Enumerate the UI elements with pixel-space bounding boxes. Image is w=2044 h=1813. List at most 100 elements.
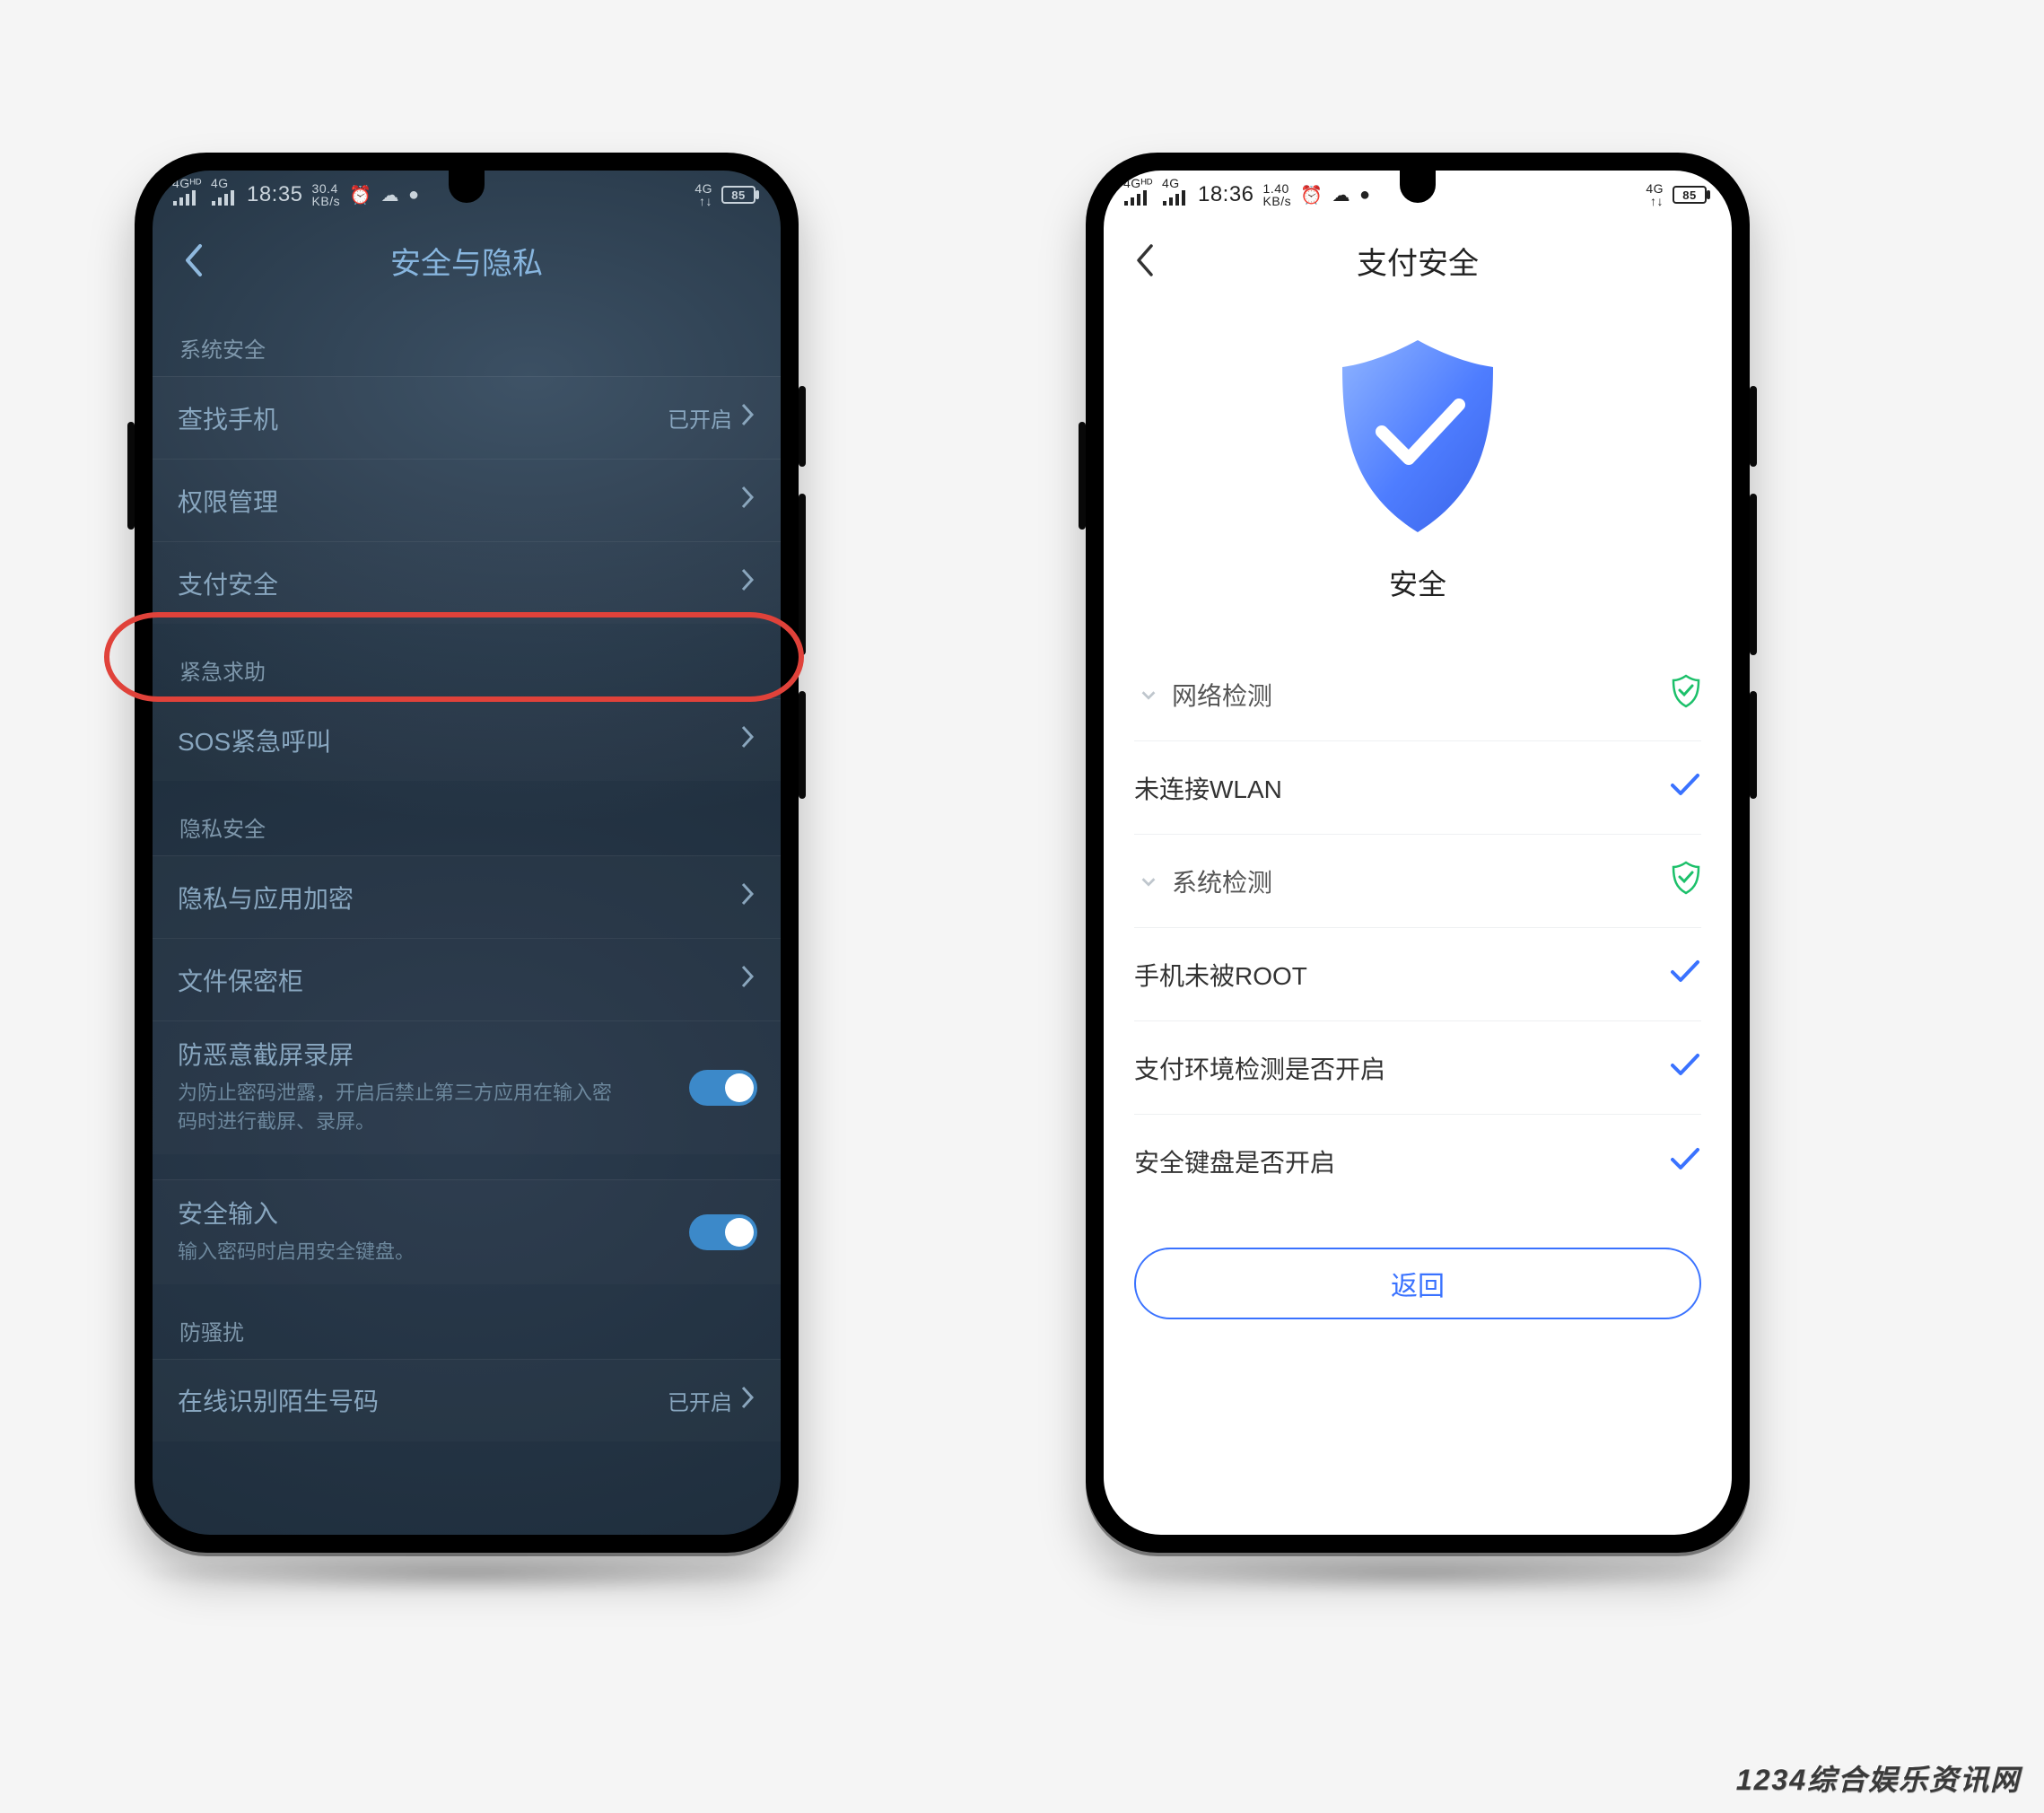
battery-icon: 85 xyxy=(721,186,756,204)
row-label: 隐私与应用加密 xyxy=(178,880,354,915)
row-label: SOS紧急呼叫 xyxy=(178,723,331,758)
notification-dot-icon: ● xyxy=(1359,185,1371,206)
row-label: 网络检测 xyxy=(1172,677,1272,713)
row-label: 手机未被ROOT xyxy=(1134,957,1307,993)
hw-button-vol xyxy=(1750,494,1757,655)
signal-icon xyxy=(1162,189,1189,213)
status-net1: 4Gᴴᴰ xyxy=(1123,177,1153,189)
alarm-icon: ⏰ xyxy=(349,184,371,206)
section-spam: 防骚扰 xyxy=(153,1284,781,1359)
hw-button-power xyxy=(1750,386,1757,467)
row-spam-id[interactable]: 在线识别陌生号码 已开启 xyxy=(153,1359,781,1441)
row-root: 手机未被ROOT xyxy=(1134,928,1701,1021)
section-privacy: 隐私安全 xyxy=(153,781,781,855)
status-speed-unit: KB/s xyxy=(1263,195,1292,207)
alarm-icon: ⏰ xyxy=(1300,184,1323,206)
row-label: 未连接WLAN xyxy=(1134,770,1282,806)
status-speed: 30.4 xyxy=(312,182,338,195)
row-label: 支付环境检测是否开启 xyxy=(1134,1050,1385,1086)
row-value: 已开启 xyxy=(668,1385,739,1416)
status-time: 18:36 xyxy=(1198,182,1254,207)
hw-button-vol xyxy=(799,494,806,655)
chevron-right-icon xyxy=(739,485,756,516)
cloud-icon: ☁ xyxy=(381,184,400,206)
nav-bar: 支付安全 xyxy=(1104,219,1732,302)
page-title: 支付安全 xyxy=(1104,239,1732,283)
check-list: 网络检测 未连接WLAN 系统检测 xyxy=(1104,612,1732,1208)
cloud-icon: ☁ xyxy=(1332,184,1351,206)
row-label: 安全键盘是否开启 xyxy=(1134,1143,1335,1179)
status-speed: 1.40 xyxy=(1263,182,1289,195)
notification-dot-icon: ● xyxy=(408,185,420,206)
chevron-right-icon xyxy=(739,402,756,434)
row-label: 安全输入 xyxy=(178,1195,756,1231)
row-label: 在线识别陌生号码 xyxy=(178,1382,379,1418)
toggle-switch[interactable] xyxy=(689,1214,757,1250)
hw-button-extra xyxy=(1750,691,1757,799)
chevron-right-icon xyxy=(739,1385,756,1416)
nav-bar: 安全与隐私 xyxy=(153,219,781,302)
arrows-icon: ↑↓ xyxy=(1650,195,1664,207)
screen-left: 4Gᴴᴰ 4G 18:35 30.4 KB/s xyxy=(153,171,781,1535)
check-icon xyxy=(1669,1146,1701,1178)
row-label: 权限管理 xyxy=(178,483,278,519)
row-wlan: 未连接WLAN xyxy=(1134,741,1701,835)
back-button[interactable] xyxy=(1122,237,1168,284)
phone-left: 4Gᴴᴰ 4G 18:35 30.4 KB/s xyxy=(135,153,799,1553)
row-permissions[interactable]: 权限管理 xyxy=(153,459,781,541)
row-keyboard: 安全键盘是否开启 xyxy=(1134,1115,1701,1208)
row-sos[interactable]: SOS紧急呼叫 xyxy=(153,698,781,781)
chevron-right-icon xyxy=(739,881,756,913)
row-env: 支付环境检测是否开启 xyxy=(1134,1021,1701,1115)
row-privacy-encrypt[interactable]: 隐私与应用加密 xyxy=(153,855,781,938)
chevron-down-icon xyxy=(1134,867,1163,896)
row-label: 文件保密柜 xyxy=(178,962,303,998)
row-label: 系统检测 xyxy=(1172,863,1272,899)
status-right-net: 4G xyxy=(694,182,712,195)
check-icon xyxy=(1669,959,1701,990)
status-net1: 4Gᴴᴰ xyxy=(172,177,202,189)
return-label: 返回 xyxy=(1391,1264,1445,1303)
status-net2: 4G xyxy=(211,177,229,189)
status-right-net: 4G xyxy=(1646,182,1664,195)
row-secure-input[interactable]: 安全输入 输入密码时启用安全键盘。 xyxy=(153,1179,781,1284)
settings-list: 系统安全 查找手机 已开启 权限管理 支付安全 紧急求助 SOS紧急呼叫 xyxy=(153,302,781,1441)
page-title: 安全与隐私 xyxy=(153,239,781,283)
check-icon xyxy=(1669,1052,1701,1083)
hero-label: 安全 xyxy=(1389,562,1446,603)
chevron-right-icon xyxy=(739,724,756,756)
row-label: 查找手机 xyxy=(178,400,278,436)
row-label: 支付安全 xyxy=(178,565,278,601)
chevron-right-icon xyxy=(739,964,756,995)
signal-icon xyxy=(1123,189,1150,213)
row-value: 已开启 xyxy=(668,402,739,434)
hw-button-power xyxy=(799,386,806,467)
shield-icon xyxy=(1319,328,1516,544)
row-net-check[interactable]: 网络检测 xyxy=(1134,648,1701,741)
screen-right: 4Gᴴᴰ 4G 18:36 1.40 KB/s xyxy=(1104,171,1732,1535)
row-sys-check[interactable]: 系统检测 xyxy=(1134,835,1701,928)
phone-right: 4Gᴴᴰ 4G 18:36 1.40 KB/s xyxy=(1086,153,1750,1553)
signal-icon xyxy=(172,189,199,213)
toggle-switch[interactable] xyxy=(689,1070,757,1106)
back-button[interactable] xyxy=(170,237,217,284)
row-payment-security[interactable]: 支付安全 xyxy=(153,541,781,624)
row-sub: 输入密码时启用安全键盘。 xyxy=(178,1238,626,1266)
status-net2: 4G xyxy=(1162,177,1180,189)
check-icon xyxy=(1669,772,1701,803)
section-system: 系统安全 xyxy=(153,302,781,376)
status-speed-unit: KB/s xyxy=(312,195,341,207)
return-button[interactable]: 返回 xyxy=(1134,1248,1701,1319)
row-sub: 为防止密码泄露，开启后禁止第三方应用在输入密码时进行截屏、录屏。 xyxy=(178,1079,626,1136)
watermark: 1234综合娱乐资讯网 xyxy=(1736,1757,2021,1799)
row-find-phone[interactable]: 查找手机 已开启 xyxy=(153,376,781,459)
row-anti-screenshot[interactable]: 防恶意截屏录屏 为防止密码泄露，开启后禁止第三方应用在输入密码时进行截屏、录屏。 xyxy=(153,1020,781,1154)
signal-icon xyxy=(211,189,238,213)
hw-button-left xyxy=(1079,422,1086,530)
shield-check-icon xyxy=(1671,861,1701,901)
row-file-safe[interactable]: 文件保密柜 xyxy=(153,938,781,1020)
hero: 安全 xyxy=(1104,302,1732,612)
chevron-down-icon xyxy=(1134,680,1163,709)
chevron-right-icon xyxy=(739,567,756,599)
status-time: 18:35 xyxy=(247,182,303,207)
